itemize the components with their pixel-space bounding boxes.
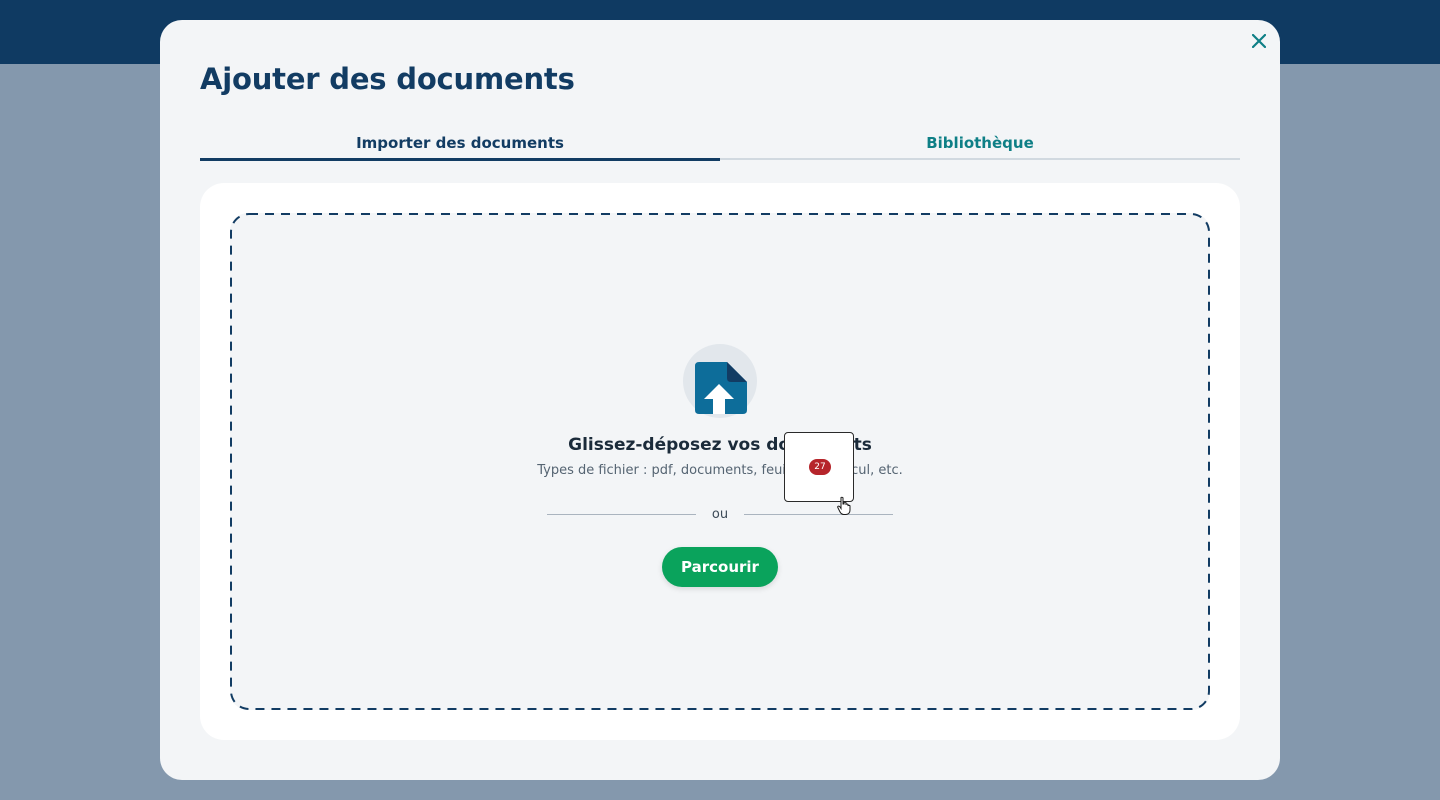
tabs: Importer des documents Bibliothèque [200,130,1240,161]
close-button[interactable] [1248,30,1270,52]
dropzone-subtitle: Types de fichier : pdf, documents, feuil… [537,463,903,478]
browse-button[interactable]: Parcourir [662,547,778,587]
modal-title: Ajouter des documents [200,62,575,96]
drag-preview: 27 [784,432,854,502]
tab-label: Bibliothèque [926,134,1034,152]
close-icon [1252,34,1266,48]
dropzone-title: Glissez-déposez vos documents [568,435,872,455]
upload-card: Glissez-déposez vos documents Types de f… [200,183,1240,740]
hand-cursor-icon [837,496,851,515]
dropzone-border [230,213,1210,710]
tab-library[interactable]: Bibliothèque [720,130,1240,158]
separator-line [547,513,696,515]
file-count-badge: 27 [809,459,831,475]
file-upload-icon [683,344,757,418]
tab-label: Importer des documents [356,134,564,152]
file-dropzone[interactable]: Glissez-déposez vos documents Types de f… [230,213,1210,710]
separator-text: ou [711,506,729,522]
add-documents-modal: Ajouter des documents Importer des docum… [160,20,1280,780]
tab-import-documents[interactable]: Importer des documents [200,130,720,161]
separator-line [744,513,894,515]
